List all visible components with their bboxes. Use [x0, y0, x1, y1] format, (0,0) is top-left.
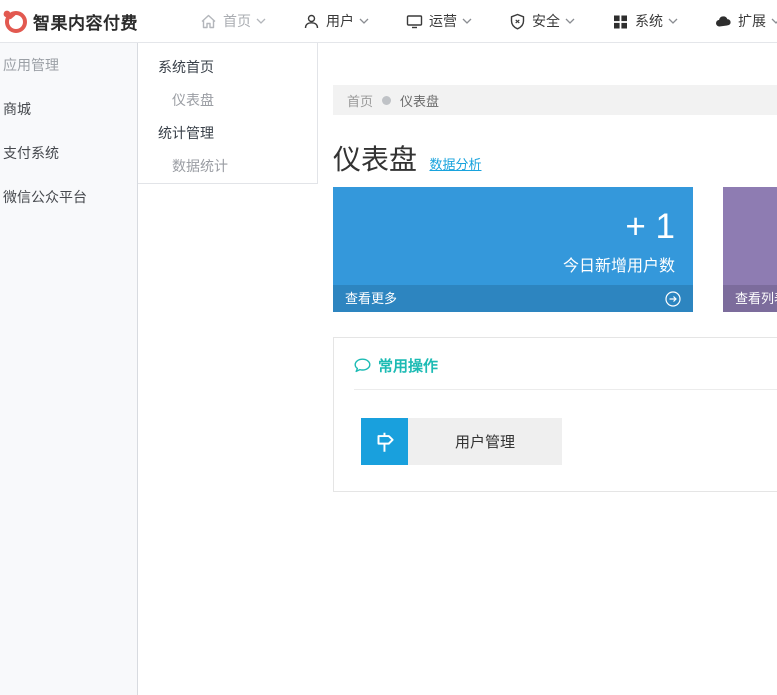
view-list-label: 查看列表 — [735, 291, 777, 306]
nav-item-security[interactable]: 安全 — [509, 11, 575, 31]
view-list-link[interactable]: 查看列表 — [723, 285, 777, 312]
stat-label: 今日新增用户数 — [562, 258, 675, 275]
sidebar-item-wechat-platform[interactable]: 微信公众平台 — [0, 175, 137, 219]
home-icon — [200, 13, 217, 30]
sidebar-item-mall[interactable]: 商城 — [0, 87, 137, 131]
page-title: 仪表盘 — [333, 144, 418, 175]
nav-item-label: 首页 — [223, 13, 251, 29]
page-title-bar: 仪表盘 数据分析 — [333, 138, 481, 178]
top-navbar: 智果内容付费 首页 用户 运营 安全 系统 扩展 — [0, 0, 777, 43]
nav-item-users[interactable]: 用户 — [303, 11, 369, 31]
nav-item-system[interactable]: 系统 — [612, 11, 678, 31]
arrow-right-circle-icon — [665, 290, 681, 307]
sidebar-item-payment-system[interactable]: 支付系统 — [0, 131, 137, 175]
nav-item-label: 系统 — [635, 13, 663, 29]
view-more-link[interactable]: 查看更多 — [333, 285, 693, 312]
grid-icon — [612, 13, 629, 30]
panel-title: 常用操作 — [378, 358, 439, 375]
chevron-down-icon — [462, 18, 472, 24]
chevron-down-icon — [256, 18, 266, 24]
breadcrumb-home[interactable]: 首页 — [347, 91, 373, 110]
top-menu: 首页 用户 运营 安全 系统 扩展 — [200, 11, 777, 31]
stat-card-new-users: + 1 今日新增用户数 查看更多 — [333, 187, 693, 312]
user-icon — [303, 13, 320, 30]
module-sidebar: 应用管理 商城 支付系统 微信公众平台 — [0, 43, 138, 695]
breadcrumb-current: 仪表盘 — [400, 93, 440, 109]
nav-item-label: 扩展 — [738, 13, 766, 29]
breadcrumb: 首页 仪表盘 — [333, 85, 777, 115]
nav-item-label: 用户 — [326, 13, 354, 29]
nav-item-operations[interactable]: 运营 — [406, 11, 472, 31]
brand-logo-icon — [2, 8, 28, 34]
nav-item-home[interactable]: 首页 — [200, 11, 266, 31]
data-analysis-link[interactable]: 数据分析 — [429, 157, 481, 172]
comment-bubble-icon — [354, 358, 371, 373]
panel-header: 常用操作 — [334, 338, 777, 376]
nav-item-extensions[interactable]: 扩展 — [715, 11, 777, 31]
submenu-item-dashboard[interactable]: 仪表盘 — [138, 84, 317, 117]
shortcut-label: 用户管理 — [454, 434, 515, 451]
submenu-group-statistics[interactable]: 统计管理 — [138, 117, 317, 150]
submenu-item-data-statistics[interactable]: 数据统计 — [138, 150, 317, 183]
chevron-down-icon — [359, 18, 369, 24]
stat-value: + 1 — [625, 207, 675, 246]
brand-name: 智果内容付费 — [33, 13, 138, 33]
panel-divider — [354, 389, 777, 390]
nav-item-label: 运营 — [429, 13, 457, 29]
breadcrumb-separator-dot — [382, 95, 392, 105]
submenu-group-system-home[interactable]: 系统首页 — [138, 51, 317, 84]
nav-item-label: 安全 — [532, 13, 560, 29]
submenu-panel: 系统首页 仪表盘 统计管理 数据统计 — [138, 43, 318, 184]
monitor-icon — [406, 13, 423, 30]
view-more-label: 查看更多 — [345, 291, 398, 306]
chevron-down-icon — [771, 18, 777, 24]
stat-card-purple: 查看列表 — [723, 187, 777, 312]
brand[interactable]: 智果内容付费 — [0, 8, 152, 34]
signpost-icon — [361, 418, 408, 465]
sidebar-item-app-management[interactable]: 应用管理 — [0, 43, 137, 87]
shortcut-user-management[interactable]: 用户管理 — [361, 418, 562, 465]
cloud-icon — [715, 13, 732, 30]
stat-cards-row: + 1 今日新增用户数 查看更多 查看列表 — [333, 187, 777, 312]
chevron-down-icon — [668, 18, 678, 24]
common-operations-panel: 常用操作 用户管理 — [333, 337, 777, 492]
shield-icon — [509, 13, 526, 30]
chevron-down-icon — [565, 18, 575, 24]
